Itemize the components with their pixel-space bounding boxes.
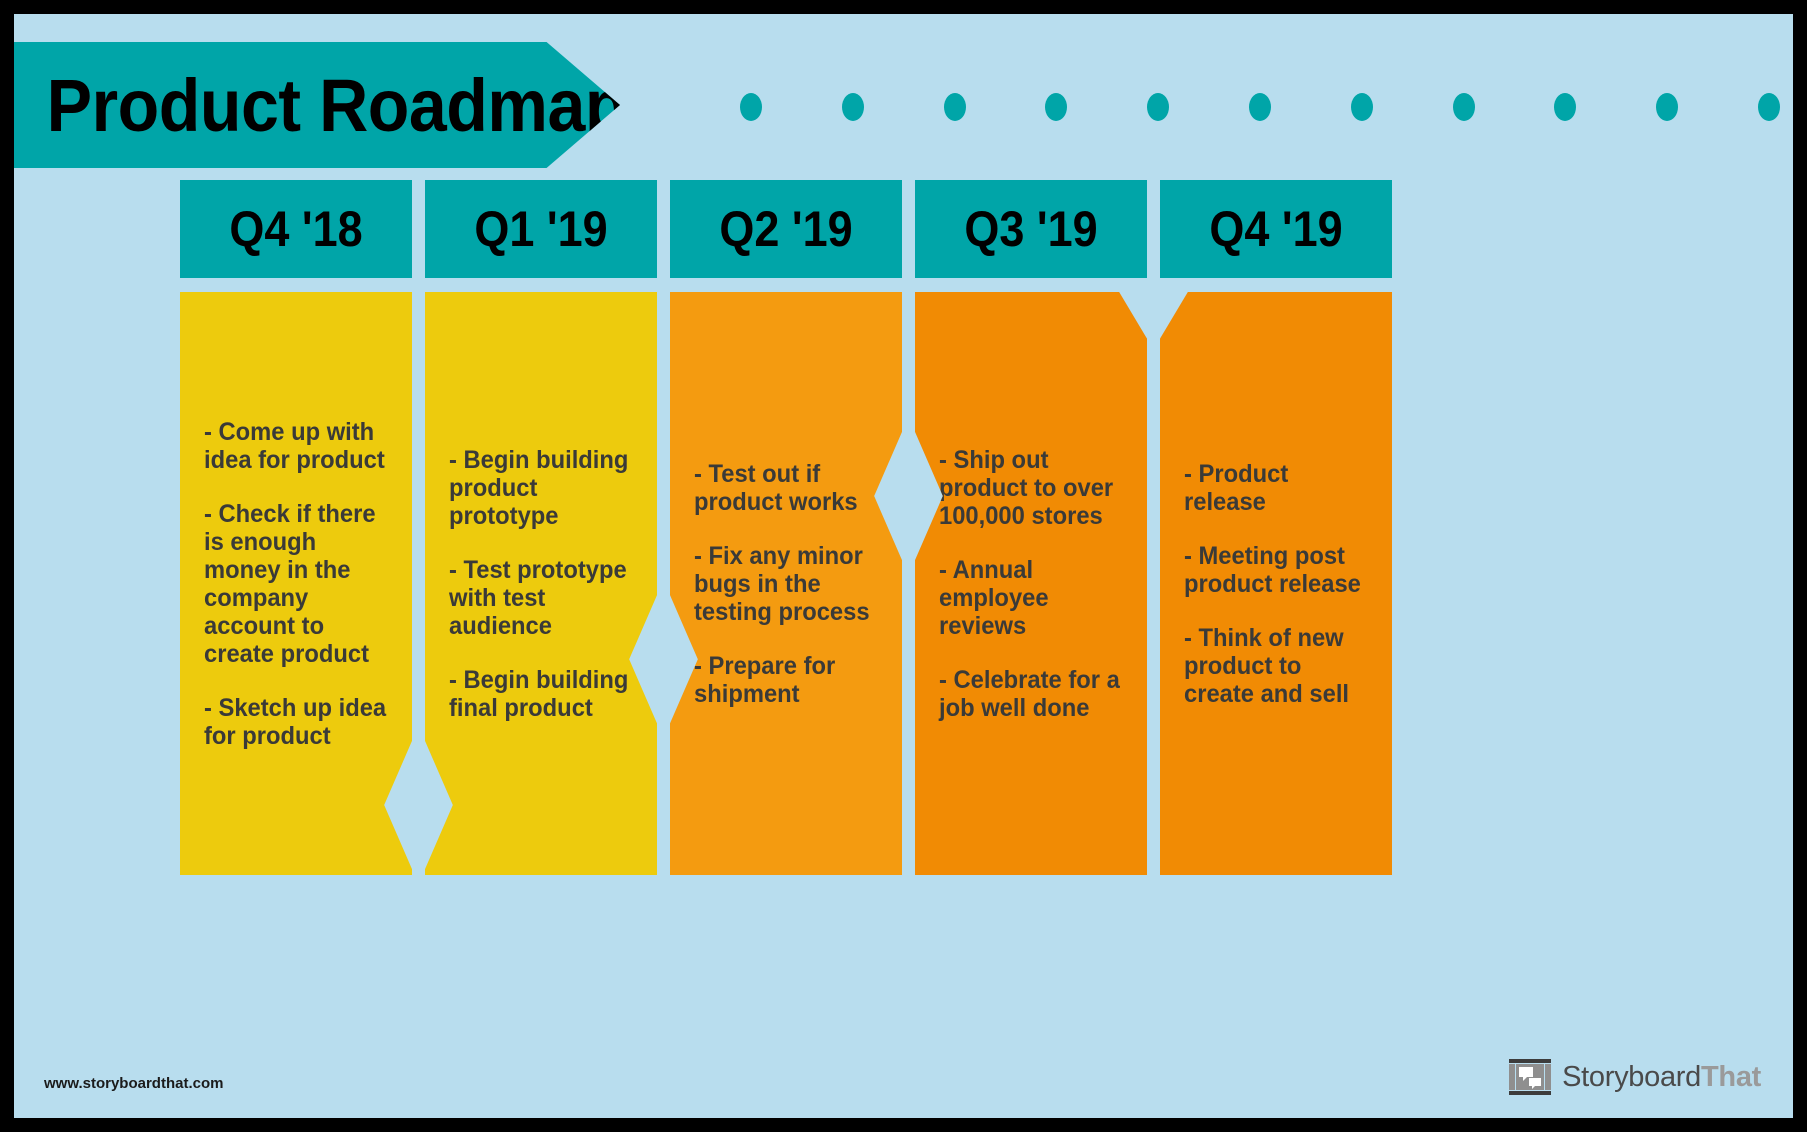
bullet-item: - Come up with idea for product [204, 417, 385, 474]
timeline-column-q4-18: Q4 '18 - Come up with idea for product -… [180, 180, 412, 880]
brand-text: StoryboardThat [1562, 1061, 1761, 1094]
bullet-item: - Think of new product to create and sel… [1184, 623, 1350, 708]
quarter-label: Q4 '18 [229, 201, 363, 257]
timeline-column-q2-19: Q2 '19 - Test out if product works - Fix… [670, 180, 902, 880]
bullet-item: - Prepare for shipment [694, 651, 836, 708]
timeline-column-q1-19: Q1 '19 - Begin building product prototyp… [425, 180, 657, 880]
quarter-body: - Product release - Meeting post product… [1160, 292, 1392, 875]
quarter-header: Q4 '18 [180, 180, 412, 278]
dot-icon [1656, 93, 1679, 121]
bullet-item: - Fix any minor bugs in the testing proc… [694, 541, 870, 626]
storyboard-logo-icon [1508, 1058, 1552, 1096]
quarter-header: Q1 '19 [425, 180, 657, 278]
bullet-item: - Test prototype with test audience [449, 555, 627, 640]
bullet-item: - Product release [1184, 459, 1289, 516]
bullet-item: - Test out if product works [694, 459, 858, 516]
footer-url[interactable]: www.storyboardthat.com [44, 1075, 223, 1092]
dot-icon [1147, 93, 1170, 121]
brand-logo: StoryboardThat [1508, 1058, 1761, 1096]
dot-icon [1554, 93, 1577, 121]
bullet-item: - Celebrate for a job well done [939, 665, 1120, 722]
dot-icon [1350, 93, 1373, 121]
timeline-column-q3-19: Q3 '19 - Ship out product to over 100,00… [915, 180, 1147, 880]
quarter-label: Q3 '19 [964, 201, 1098, 257]
quarter-label: Q1 '19 [474, 201, 608, 257]
dot-icon [841, 93, 864, 121]
quarter-header: Q3 '19 [915, 180, 1147, 278]
bullet-item: - Ship out product to over 100,000 store… [939, 445, 1114, 530]
dot-icon [1452, 93, 1475, 121]
quarter-header: Q2 '19 [670, 180, 902, 278]
quarter-label: Q2 '19 [719, 201, 853, 257]
quarter-body: - Test out if product works - Fix any mi… [670, 292, 902, 875]
bullet-item: - Annual employee reviews [939, 555, 1049, 640]
dot-icon [943, 93, 966, 121]
decorative-dot-row [740, 90, 1780, 124]
dot-icon [1045, 93, 1068, 121]
bullet-item: - Begin building product prototype [449, 445, 629, 530]
dot-icon [1757, 93, 1780, 121]
bullet-item: - Meeting post product release [1184, 541, 1361, 598]
poster-canvas: Product Roadmap Q4 '18 - Come up with id… [14, 14, 1793, 1118]
roadmap-timeline: Q4 '18 - Come up with idea for product -… [180, 180, 1566, 880]
quarter-body: - Ship out product to over 100,000 store… [915, 292, 1147, 875]
quarter-header: Q4 '19 [1160, 180, 1392, 278]
brand-text-first: Storyboard [1562, 1060, 1701, 1093]
dot-icon [740, 93, 762, 121]
quarter-body: - Begin building product prototype - Tes… [425, 292, 657, 875]
bullet-item: - Check if there is enough money in the … [204, 499, 376, 668]
title-banner: Product Roadmap [14, 42, 620, 168]
quarter-body: - Come up with idea for product - Check … [180, 292, 412, 875]
poster-frame: Product Roadmap Q4 '18 - Come up with id… [0, 0, 1807, 1132]
page-title: Product Roadmap [46, 63, 627, 147]
dot-icon [1248, 93, 1271, 121]
bullet-item: - Begin building final product [449, 665, 629, 722]
bullet-item: - Sketch up idea for product [204, 693, 387, 750]
quarter-label: Q4 '19 [1209, 201, 1343, 257]
brand-text-second: That [1700, 1060, 1761, 1093]
timeline-column-q4-19: Q4 '19 - Product release - Meeting post … [1160, 180, 1392, 880]
